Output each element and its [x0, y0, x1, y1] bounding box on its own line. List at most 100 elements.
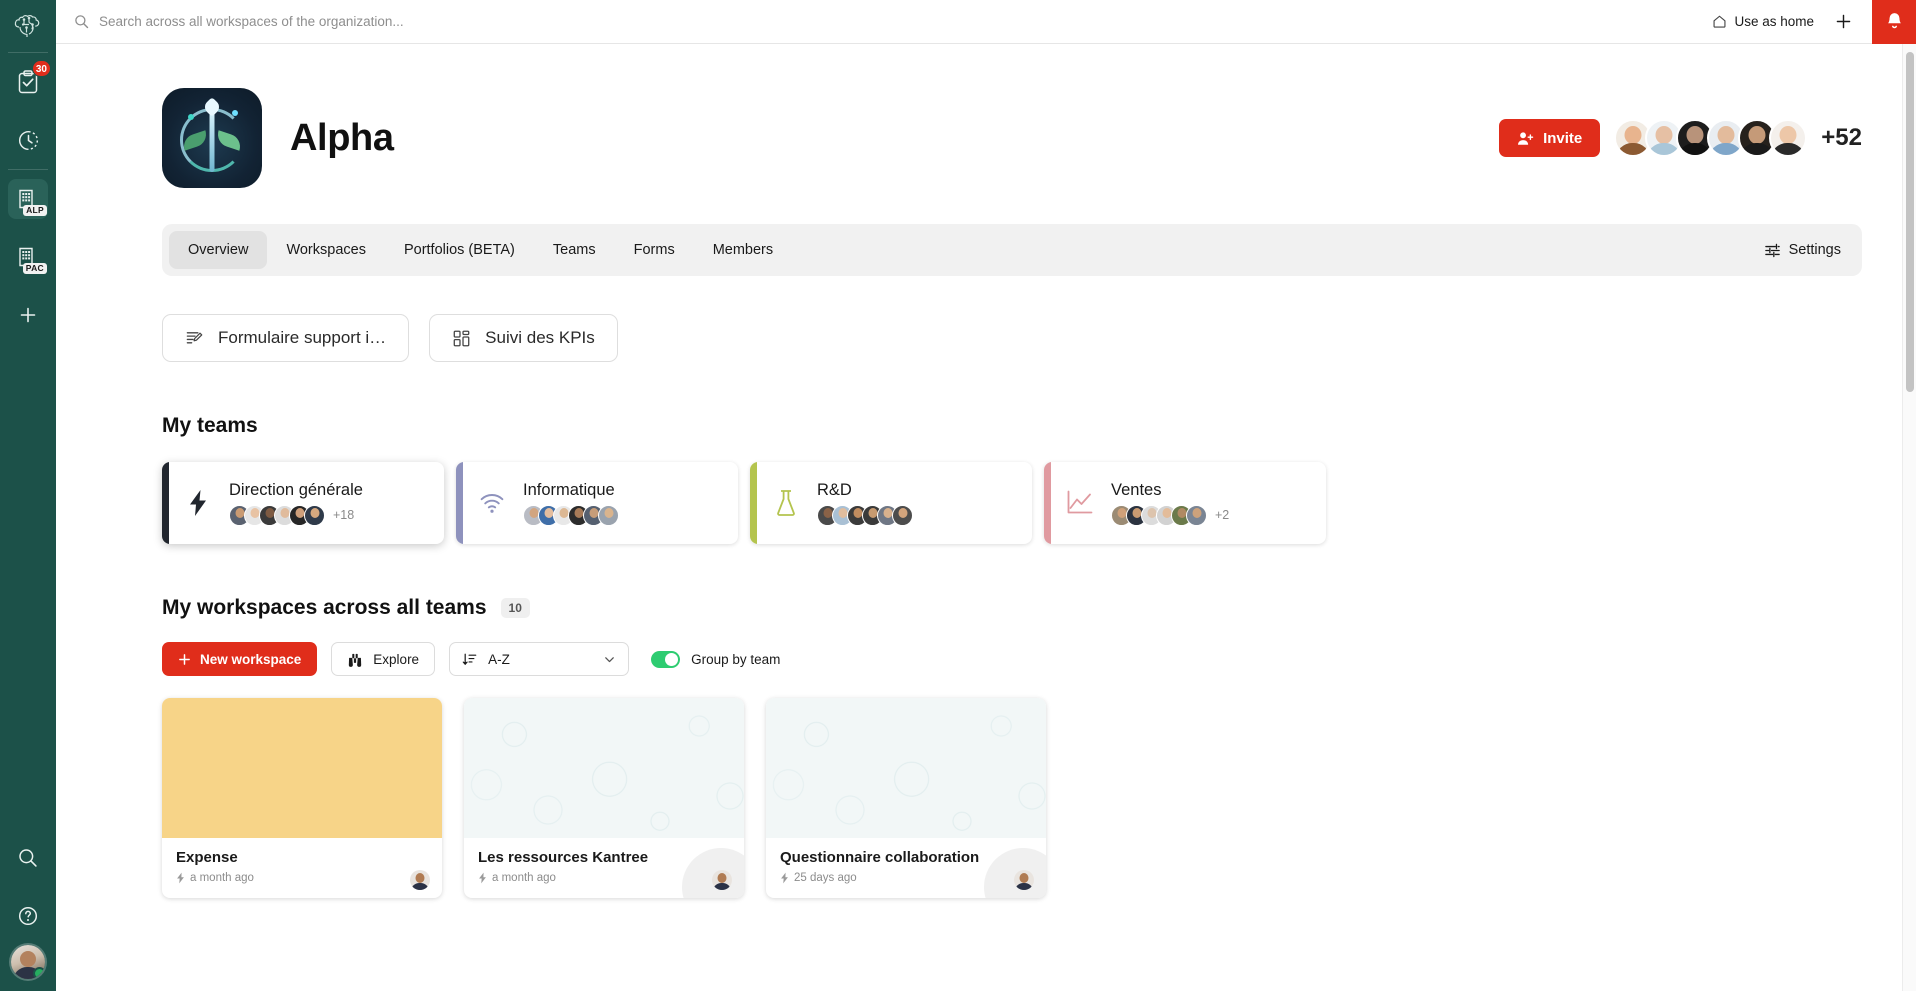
plus-icon [179, 653, 190, 665]
tasks-badge: 30 [31, 60, 51, 77]
workspace-owner-avatar[interactable] [410, 870, 430, 890]
chevron-down-icon [605, 656, 614, 662]
my-teams-title: My teams [162, 414, 258, 437]
my-workspaces-heading: My workspaces across all teams 10 [162, 596, 1862, 620]
app-logo[interactable] [0, 0, 56, 52]
team-card-rd[interactable]: R&D [750, 462, 1032, 544]
bell-icon [1887, 13, 1901, 29]
vertical-scrollbar[interactable] [1902, 44, 1916, 991]
org-alpha-tag: ALP [23, 205, 47, 216]
workspace-card-footer: Expense a month ago [162, 838, 442, 898]
team-name: Informatique [523, 480, 615, 499]
person-add-icon [1518, 131, 1534, 145]
invite-button[interactable]: Invite [1499, 119, 1601, 157]
avatar-face [20, 951, 36, 968]
member-avatar-stack[interactable] [1614, 119, 1808, 157]
group-by-team-toggle[interactable] [651, 650, 681, 668]
sidebar-item-add-organization[interactable] [8, 295, 48, 335]
workspace-updated: 25 days ago [794, 872, 857, 884]
tab-portfolios[interactable]: Portfolios (BETA) [385, 231, 534, 269]
sidebar-item-tasks[interactable]: 30 [8, 60, 51, 102]
member-avatar-6[interactable] [1769, 119, 1808, 157]
workspace-card-expense[interactable]: Expense a month ago [162, 698, 442, 898]
dashboard-grid-icon [453, 330, 470, 346]
sidebar-item-org-alpha[interactable]: ALP [8, 179, 48, 219]
plus-icon [1836, 14, 1850, 29]
rail-divider-top [8, 52, 48, 53]
create-button[interactable] [1830, 9, 1856, 35]
use-as-home-button[interactable]: Use as home [1712, 14, 1814, 29]
page-title: Alpha [290, 116, 394, 159]
sliders-icon [1764, 243, 1780, 257]
team-card-informatique[interactable]: Informatique [456, 462, 738, 544]
workspace-card-questionnaire-collaboration[interactable]: Questionnaire collaboration 25 days ago [766, 698, 1046, 898]
lightning-bolt-icon [479, 872, 486, 884]
brain-network-logo-icon [14, 14, 40, 37]
team-member-avatars[interactable] [523, 504, 627, 526]
member-overflow-count[interactable]: +52 [1821, 124, 1862, 152]
workspace-owner-avatar[interactable] [712, 870, 732, 890]
team-card-ventes[interactable]: Ventes +2 [1044, 462, 1326, 544]
tab-forms[interactable]: Forms [615, 231, 694, 269]
team-name: R&D [817, 480, 852, 499]
settings-button[interactable]: Settings [1764, 242, 1855, 259]
search-icon [19, 849, 37, 867]
search-input[interactable] [99, 14, 1713, 29]
tab-members[interactable]: Members [694, 231, 792, 269]
notifications-button[interactable] [1872, 0, 1916, 44]
sidebar-item-recent[interactable] [8, 120, 48, 160]
organization-logo[interactable] [162, 88, 262, 188]
team-card-texts: Ventes +2 [1111, 481, 1229, 526]
tab-workspaces[interactable]: Workspaces [267, 231, 385, 269]
tab-overview[interactable]: Overview [169, 231, 268, 269]
team-name: Direction générale [229, 480, 363, 499]
avatar[interactable] [11, 945, 45, 979]
team-card-texts: Direction générale +18 [229, 481, 363, 526]
workspace-cover [464, 698, 744, 838]
binoculars-icon [349, 653, 362, 667]
group-by-team-control[interactable]: Group by team [651, 650, 780, 668]
team-member-overflow: +2 [1215, 508, 1230, 522]
form-edit-icon [186, 331, 203, 343]
logo-dot-2 [232, 110, 238, 116]
team-card-list: Direction générale +18 Informatique R&D … [162, 462, 1862, 544]
sort-select[interactable]: A-Z [449, 642, 630, 676]
global-search[interactable] [74, 14, 1713, 29]
team-member-avatars[interactable]: +18 [229, 504, 363, 526]
top-bar: Use as home [56, 0, 1916, 44]
lightning-bolt-icon [183, 489, 213, 517]
plus-icon [20, 307, 36, 323]
team-card-body: Direction générale +18 [169, 462, 444, 544]
workspace-title: Expense [176, 849, 238, 866]
scroll-area: Alpha Invite +52 Overview Workspaces Por… [56, 44, 1916, 991]
sidebar-item-org-pac[interactable]: PAC [8, 237, 48, 277]
workspace-card-les-ressources-kantree[interactable]: Les ressources Kantree a month ago [464, 698, 744, 898]
team-card-direction-generale[interactable]: Direction générale +18 [162, 462, 444, 544]
team-member-avatars[interactable] [817, 504, 921, 526]
team-color-bar [162, 462, 169, 544]
new-workspace-label: New workspace [200, 651, 302, 667]
top-bar-actions: Use as home [1712, 0, 1916, 44]
explore-label: Explore [373, 651, 420, 667]
team-card-texts: Informatique [523, 481, 627, 526]
tab-bar: Overview Workspaces Portfolios (BETA) Te… [162, 224, 1862, 276]
my-teams-heading: My teams [162, 414, 1862, 438]
toggle-knob [665, 652, 679, 666]
new-workspace-button[interactable]: New workspace [162, 642, 318, 676]
scrollbar-thumb[interactable] [1906, 52, 1914, 392]
shortcut-formulaire-support[interactable]: Formulaire support i… [162, 314, 410, 362]
team-card-body: Informatique [463, 462, 738, 544]
tab-teams[interactable]: Teams [534, 231, 615, 269]
sidebar-item-search[interactable] [8, 838, 48, 878]
team-card-body: Ventes +2 [1051, 462, 1326, 544]
team-member-avatars[interactable]: +2 [1111, 504, 1230, 526]
sidebar-item-help[interactable] [8, 896, 48, 936]
workspace-meta: a month ago [176, 872, 428, 884]
workspace-owner-avatar[interactable] [1014, 870, 1034, 890]
main-column: Use as home [56, 0, 1916, 991]
explore-button[interactable]: Explore [331, 642, 436, 676]
shortcut-suivi-kpis[interactable]: Suivi des KPIs [429, 314, 618, 362]
team-member-overflow: +18 [333, 508, 355, 522]
shortcut-label: Suivi des KPIs [485, 328, 595, 347]
logo-dot-1 [188, 114, 194, 120]
